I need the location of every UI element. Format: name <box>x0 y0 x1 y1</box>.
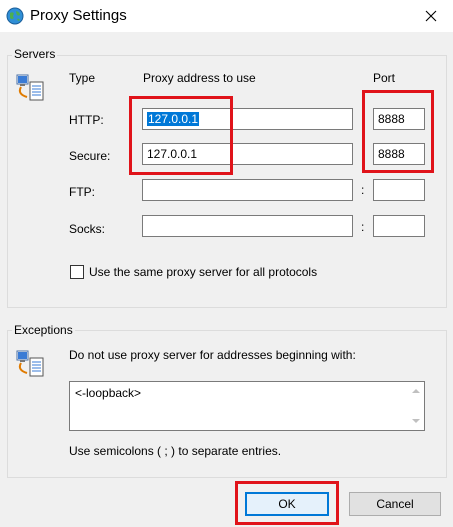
title-bar: Proxy Settings <box>0 0 453 32</box>
exceptions-textarea[interactable]: <-loopback> <box>69 381 425 431</box>
chevron-down-icon <box>412 419 420 423</box>
chevron-up-icon <box>412 389 420 393</box>
socks-address-input[interactable] <box>142 215 353 237</box>
close-icon <box>425 10 437 22</box>
address-highlight-box <box>129 96 233 175</box>
scroll-up-button[interactable] <box>408 383 424 399</box>
same-proxy-checkbox[interactable] <box>70 265 84 279</box>
cancel-button[interactable]: Cancel <box>349 492 441 516</box>
servers-group-title: Servers <box>12 47 58 61</box>
socks-label: Socks: <box>69 222 106 236</box>
network-computer-icon <box>16 74 44 101</box>
ftp-address-input[interactable] <box>142 179 353 201</box>
secure-label: Secure: <box>69 149 111 163</box>
exceptions-description: Do not use proxy server for addresses be… <box>69 348 356 362</box>
type-column-header: Type <box>69 71 96 85</box>
address-column-header: Proxy address to use <box>143 71 256 85</box>
cancel-button-label: Cancel <box>376 497 414 511</box>
ok-highlight-box <box>235 481 339 525</box>
same-proxy-label: Use the same proxy server for all protoc… <box>89 265 318 279</box>
scroll-down-button[interactable] <box>408 413 424 429</box>
exceptions-value: <-loopback> <box>75 386 142 400</box>
ftp-port-input[interactable] <box>373 179 425 201</box>
port-column-header: Port <box>373 71 396 85</box>
ftp-label: FTP: <box>69 185 95 199</box>
globe-icon <box>6 7 24 25</box>
socks-port-separator: : <box>361 220 365 234</box>
exceptions-hint: Use semicolons ( ; ) to separate entries… <box>69 444 282 458</box>
ftp-port-separator: : <box>361 183 365 197</box>
window-title: Proxy Settings <box>30 7 127 24</box>
network-computer-icon <box>16 350 44 377</box>
port-highlight-box <box>362 90 434 173</box>
http-label: HTTP: <box>69 113 104 127</box>
socks-port-input[interactable] <box>373 215 425 237</box>
exceptions-group-title: Exceptions <box>12 323 75 337</box>
close-button[interactable] <box>409 0 453 32</box>
